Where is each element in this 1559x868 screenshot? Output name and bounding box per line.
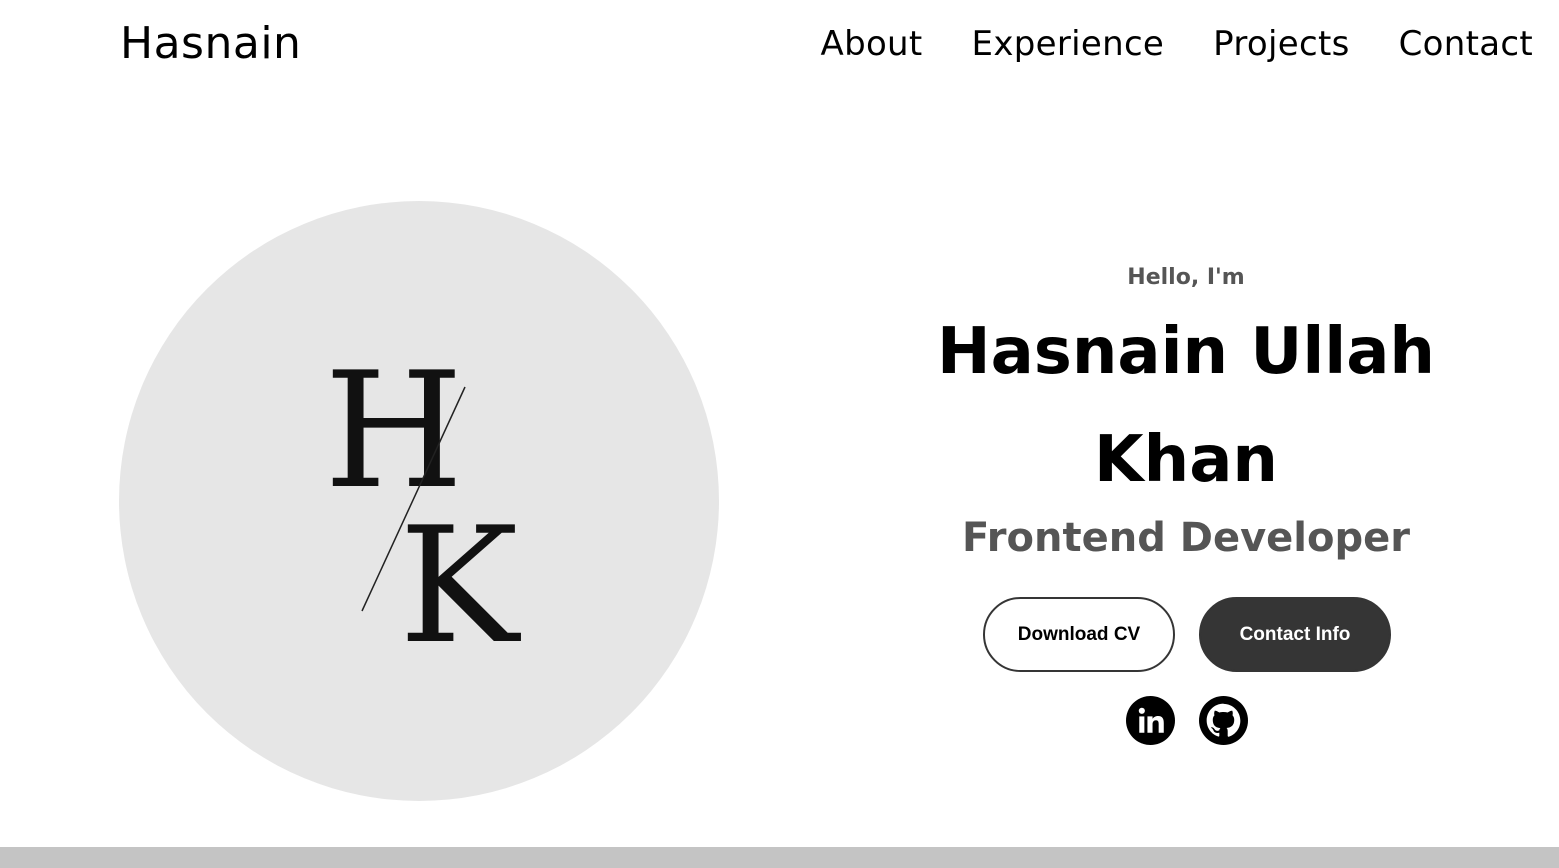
name-line-2: Khan (1094, 423, 1278, 497)
contact-info-button[interactable]: Contact Info (1199, 597, 1391, 672)
hk-monogram-logo: H K (324, 337, 521, 679)
name-line-1: Hasnain Ullah (937, 315, 1435, 389)
github-icon[interactable] (1199, 696, 1248, 745)
nav-item-contact: Contact (1399, 24, 1533, 64)
linkedin-icon[interactable] (1126, 696, 1175, 745)
site-logo[interactable]: Hasnain (120, 18, 301, 69)
nav-link-experience[interactable]: Experience (972, 24, 1165, 64)
full-name: Hasnain Ullah Khan (886, 298, 1486, 514)
profile-picture: H K (119, 201, 719, 801)
role-title: Frontend Developer (962, 515, 1410, 561)
nav-item-about: About (821, 24, 923, 64)
navbar: Hasnain About Experience Projects Contac… (0, 0, 1559, 92)
download-cv-button[interactable]: Download CV (983, 597, 1175, 672)
bottom-bar (0, 847, 1559, 868)
monogram-letter-k: K (399, 492, 521, 679)
nav-item-experience: Experience (972, 24, 1165, 64)
nav-links: About Experience Projects Contact (821, 24, 1533, 64)
nav-link-contact[interactable]: Contact (1399, 24, 1533, 64)
nav-link-projects[interactable]: Projects (1213, 24, 1349, 64)
nav-link-about[interactable]: About (821, 24, 923, 64)
greeting-text: Hello, I'm (1127, 265, 1245, 290)
button-container: Download CV Contact Info (983, 597, 1391, 672)
hero-text: Hello, I'm Hasnain Ullah Khan Frontend D… (886, 258, 1486, 568)
social-links (1126, 696, 1248, 745)
nav-item-projects: Projects (1213, 24, 1349, 64)
